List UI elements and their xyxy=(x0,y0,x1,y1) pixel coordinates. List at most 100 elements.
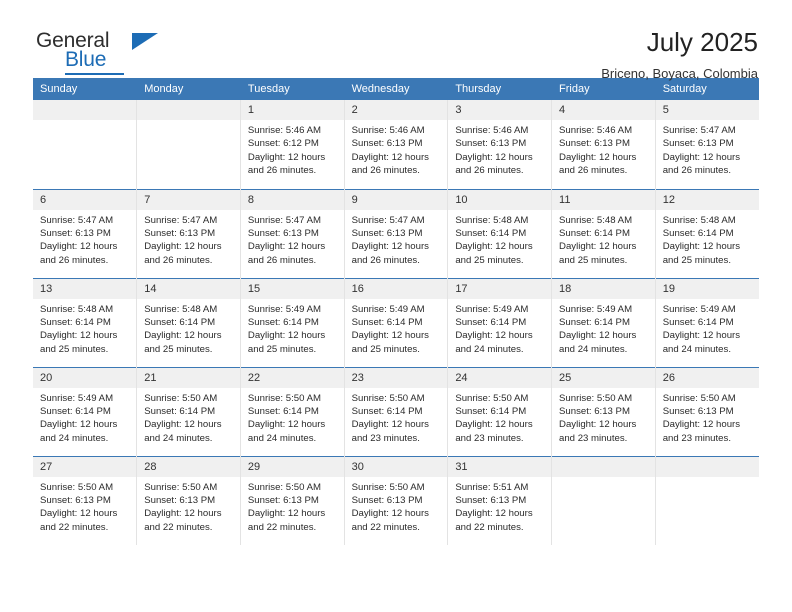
day-details: Sunrise: 5:50 AM Sunset: 6:14 PM Daylight:… xyxy=(137,388,240,446)
weekday-header-tuesday: Tuesday xyxy=(240,78,345,100)
daylight-line2: and 24 minutes. xyxy=(144,432,213,444)
day-number: 6 xyxy=(33,189,137,210)
calendar-week-row: 13 Sunrise: 5:48 AM Sunset: 6:14 PM Dayligh… xyxy=(33,277,759,367)
sunrise-time: Sunrise: 5:50 AM xyxy=(455,392,529,404)
sunset-time: Sunset: 6:13 PM xyxy=(351,138,423,150)
calendar-header-row: Sunday Monday Tuesday Wednesday Thursday… xyxy=(33,78,759,100)
day-details: Sunrise: 5:49 AM Sunset: 6:14 PM Daylight:… xyxy=(33,388,136,446)
calendar-day-cell[interactable]: 14 Sunrise: 5:48 AM Sunset: 6:14 PM Dayligh… xyxy=(136,277,241,367)
day-number: 16 xyxy=(344,278,448,299)
page-subtitle: Briceno, Boyaca, Colombia xyxy=(601,66,758,81)
day-details: Sunrise: 5:50 AM Sunset: 6:13 PM Daylight:… xyxy=(345,477,448,535)
sunset-time: Sunset: 6:12 PM xyxy=(247,138,319,150)
sunset-time: Sunset: 6:14 PM xyxy=(144,316,216,328)
daylight-line1: Daylight: 12 hours xyxy=(455,419,533,431)
calendar-day-cell[interactable]: 27 Sunrise: 5:50 AM Sunset: 6:13 PM Dayligh… xyxy=(33,455,138,545)
calendar-day-cell[interactable]: 3 Sunrise: 5:46 AM Sunset: 6:13 PM Daylight… xyxy=(447,100,553,189)
daylight-line1: Daylight: 12 hours xyxy=(40,508,118,520)
daylight-line1: Daylight: 12 hours xyxy=(559,151,637,163)
day-details: Sunrise: 5:50 AM Sunset: 6:13 PM Daylight:… xyxy=(656,388,759,446)
calendar-day-cell[interactable]: 15 Sunrise: 5:49 AM Sunset: 6:14 PM Dayligh… xyxy=(240,277,345,367)
day-details: Sunrise: 5:48 AM Sunset: 6:14 PM Daylight:… xyxy=(656,210,759,268)
daylight-line2: and 26 minutes. xyxy=(351,165,420,177)
day-number: 1 xyxy=(240,100,344,120)
sunrise-time: Sunrise: 5:47 AM xyxy=(351,214,425,226)
daylight-line2: and 26 minutes. xyxy=(247,254,317,266)
daylight-line1: Daylight: 12 hours xyxy=(455,508,533,520)
calendar-day-cell[interactable]: 1 Sunrise: 5:46 AM Sunset: 6:12 PM Daylight… xyxy=(240,100,345,189)
day-number: 3 xyxy=(448,100,552,120)
calendar-day-cell[interactable]: 5 Sunrise: 5:47 AM Sunset: 6:13 PM Daylight… xyxy=(655,100,759,189)
calendar-day-cell[interactable]: 11 Sunrise: 5:48 AM Sunset: 6:14 PM Dayligh… xyxy=(551,188,656,278)
calendar-day-cell[interactable]: 29 Sunrise: 5:50 AM Sunset: 6:13 PM Dayligh… xyxy=(240,455,345,545)
daylight-line2: and 24 minutes. xyxy=(247,432,317,444)
calendar-day-cell[interactable]: 16 Sunrise: 5:49 AM Sunset: 6:14 PM Dayligh… xyxy=(344,277,449,367)
calendar-day-cell[interactable]: 4 Sunrise: 5:46 AM Sunset: 6:13 PM Daylight… xyxy=(551,100,656,189)
day-number: 11 xyxy=(552,189,655,210)
sunset-time: Sunset: 6:14 PM xyxy=(40,316,111,328)
sunset-time: Sunset: 6:13 PM xyxy=(351,494,423,506)
daylight-line2: and 24 minutes. xyxy=(559,343,628,355)
daylight-line1: Daylight: 12 hours xyxy=(559,330,637,342)
day-details: Sunrise: 5:49 AM Sunset: 6:14 PM Daylight:… xyxy=(656,299,759,357)
day-details: Sunrise: 5:48 AM Sunset: 6:14 PM Daylight:… xyxy=(448,210,551,268)
daylight-line1: Daylight: 12 hours xyxy=(662,241,741,253)
sunrise-time: Sunrise: 5:50 AM xyxy=(351,481,425,493)
day-details: Sunrise: 5:51 AM Sunset: 6:13 PM Daylight:… xyxy=(448,477,551,535)
calendar-day-cell[interactable]: 25 Sunrise: 5:50 AM Sunset: 6:13 PM Dayligh… xyxy=(551,366,656,456)
calendar-day-cell[interactable]: 9 Sunrise: 5:47 AM Sunset: 6:13 PM Daylight… xyxy=(344,188,449,278)
calendar-day-cell[interactable]: 13 Sunrise: 5:48 AM Sunset: 6:14 PM Dayligh… xyxy=(33,277,138,367)
day-number: 23 xyxy=(344,367,448,388)
daylight-line2: and 22 minutes. xyxy=(144,521,213,533)
daylight-line1: Daylight: 12 hours xyxy=(351,419,429,431)
day-details: Sunrise: 5:48 AM Sunset: 6:14 PM Daylight:… xyxy=(33,299,136,357)
calendar-day-cell[interactable]: 31 Sunrise: 5:51 AM Sunset: 6:13 PM Dayligh… xyxy=(447,455,553,545)
day-details: Sunrise: 5:47 AM Sunset: 6:13 PM Daylight:… xyxy=(33,210,136,268)
day-number: 10 xyxy=(448,189,552,210)
day-details: Sunrise: 5:46 AM Sunset: 6:13 PM Daylight:… xyxy=(552,120,655,178)
day-number xyxy=(655,456,759,477)
calendar-day-cell[interactable]: 7 Sunrise: 5:47 AM Sunset: 6:13 PM Daylight… xyxy=(136,188,241,278)
calendar-day-cell[interactable]: 26 Sunrise: 5:50 AM Sunset: 6:13 PM Dayligh… xyxy=(655,366,759,456)
calendar-day-cell[interactable]: 10 Sunrise: 5:48 AM Sunset: 6:14 PM Dayligh… xyxy=(447,188,553,278)
calendar-day-cell[interactable]: 8 Sunrise: 5:47 AM Sunset: 6:13 PM Daylight… xyxy=(240,188,345,278)
sunrise-time: Sunrise: 5:50 AM xyxy=(40,481,114,493)
calendar-day-cell[interactable]: 2 Sunrise: 5:46 AM Sunset: 6:13 PM Daylight… xyxy=(344,100,449,189)
sunrise-time: Sunrise: 5:47 AM xyxy=(40,214,114,226)
calendar-day-cell[interactable]: 17 Sunrise: 5:49 AM Sunset: 6:14 PM Dayligh… xyxy=(447,277,553,367)
daylight-line1: Daylight: 12 hours xyxy=(559,419,637,431)
daylight-line1: Daylight: 12 hours xyxy=(40,419,118,431)
calendar-day-cell[interactable]: 12 Sunrise: 5:48 AM Sunset: 6:14 PM Dayligh… xyxy=(655,188,759,278)
logo-text-blue: Blue xyxy=(65,48,107,71)
calendar-day-cell[interactable]: 20 Sunrise: 5:49 AM Sunset: 6:14 PM Dayligh… xyxy=(33,366,138,456)
sunrise-time: Sunrise: 5:50 AM xyxy=(559,392,633,404)
sunset-time: Sunset: 6:14 PM xyxy=(662,227,734,239)
daylight-line2: and 22 minutes. xyxy=(247,521,317,533)
calendar-day-cell[interactable]: 28 Sunrise: 5:50 AM Sunset: 6:13 PM Dayligh… xyxy=(136,455,241,545)
day-details: Sunrise: 5:49 AM Sunset: 6:14 PM Daylight:… xyxy=(552,299,655,357)
daylight-line2: and 22 minutes. xyxy=(40,521,109,533)
calendar-day-cell[interactable]: 22 Sunrise: 5:50 AM Sunset: 6:14 PM Dayligh… xyxy=(240,366,345,456)
daylight-line2: and 25 minutes. xyxy=(351,343,420,355)
sunrise-time: Sunrise: 5:50 AM xyxy=(247,481,321,493)
daylight-line1: Daylight: 12 hours xyxy=(144,330,222,342)
sunrise-time: Sunrise: 5:46 AM xyxy=(247,125,321,136)
sunset-time: Sunset: 6:14 PM xyxy=(247,405,319,417)
calendar-day-cell[interactable]: 18 Sunrise: 5:49 AM Sunset: 6:14 PM Dayligh… xyxy=(551,277,656,367)
title-block: July 2025 Briceno, Boyaca, Colombia xyxy=(601,27,759,81)
daylight-line1: Daylight: 12 hours xyxy=(40,241,118,253)
day-details: Sunrise: 5:46 AM Sunset: 6:12 PM Daylight:… xyxy=(241,120,344,178)
calendar-day-cell[interactable]: 21 Sunrise: 5:50 AM Sunset: 6:14 PM Dayligh… xyxy=(136,366,241,456)
day-details: Sunrise: 5:48 AM Sunset: 6:14 PM Daylight:… xyxy=(552,210,655,268)
sunset-time: Sunset: 6:13 PM xyxy=(144,494,216,506)
calendar-day-cell[interactable]: 24 Sunrise: 5:50 AM Sunset: 6:14 PM Dayligh… xyxy=(447,366,553,456)
sunrise-time: Sunrise: 5:49 AM xyxy=(247,303,321,315)
calendar-day-cell[interactable]: 23 Sunrise: 5:50 AM Sunset: 6:14 PM Dayligh… xyxy=(344,366,449,456)
day-number: 20 xyxy=(33,367,137,388)
day-number: 7 xyxy=(137,189,240,210)
calendar-day-cell[interactable]: 30 Sunrise: 5:50 AM Sunset: 6:13 PM Dayligh… xyxy=(344,455,449,545)
calendar-day-cell[interactable]: 19 Sunrise: 5:49 AM Sunset: 6:14 PM Dayligh… xyxy=(655,277,759,367)
sunrise-time: Sunrise: 5:47 AM xyxy=(144,214,218,226)
calendar-day-cell[interactable]: 6 Sunrise: 5:47 AM Sunset: 6:13 PM Daylight… xyxy=(33,188,138,278)
daylight-line2: and 26 minutes. xyxy=(40,254,109,266)
